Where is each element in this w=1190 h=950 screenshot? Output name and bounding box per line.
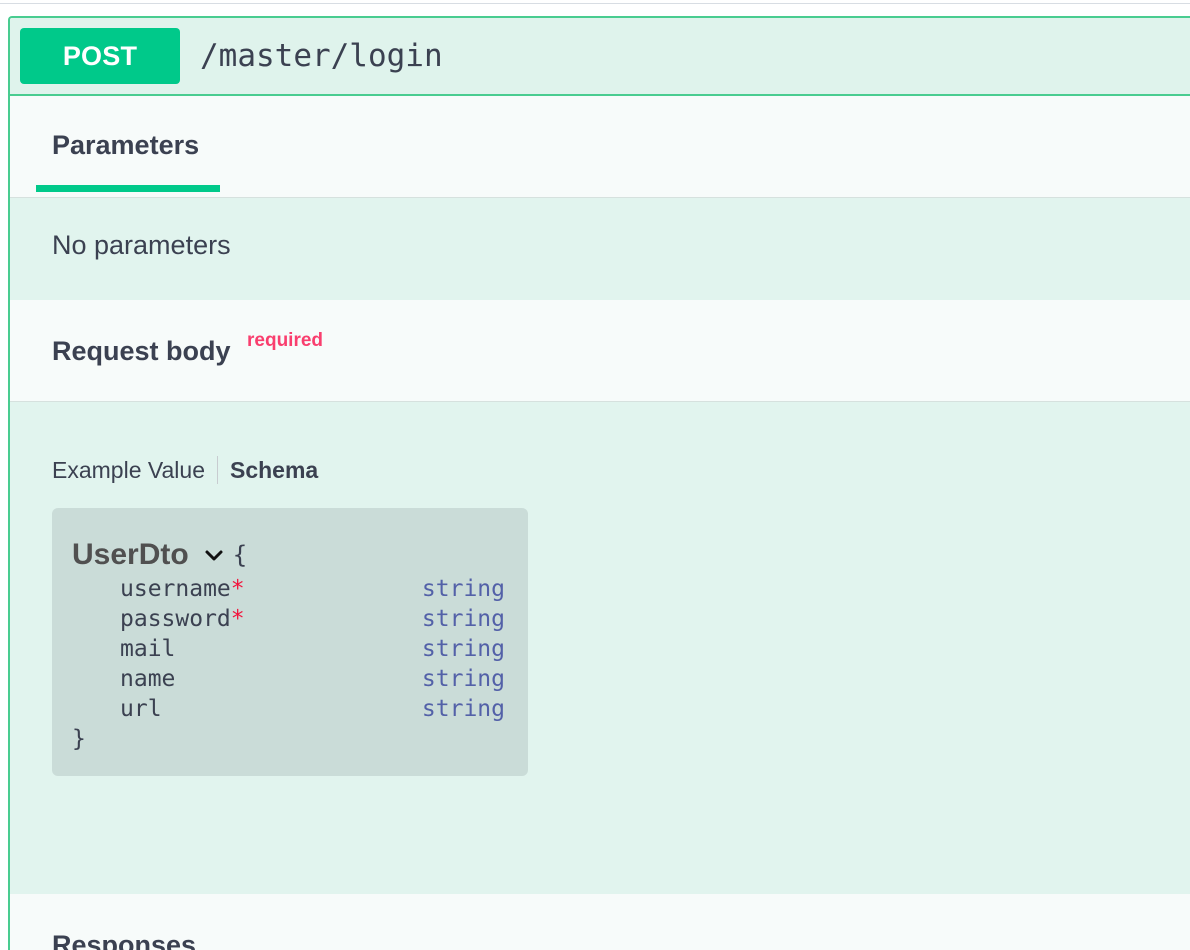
- property-name: name: [120, 666, 176, 692]
- no-parameters-text: No parameters: [52, 230, 231, 260]
- responses-section: Responses: [10, 894, 1190, 950]
- required-asterisk: *: [230, 606, 245, 632]
- parameters-section: No parameters: [10, 198, 1190, 300]
- property-name: username*: [120, 576, 245, 602]
- model-property-row: username* string: [120, 576, 508, 606]
- property-name: url: [120, 696, 162, 722]
- required-asterisk: *: [230, 576, 245, 602]
- operation-block-post: POST /master/login Parameters No paramet…: [8, 16, 1190, 950]
- operation-summary[interactable]: POST /master/login: [10, 18, 1190, 96]
- request-body-content: Example Value Schema UserDto { username*…: [10, 402, 1190, 894]
- active-tab-indicator: [36, 185, 220, 192]
- tab-schema[interactable]: Schema: [230, 457, 318, 484]
- property-name: password*: [120, 606, 245, 632]
- model-property-row: name string: [120, 666, 508, 696]
- example-schema-tabs: Example Value Schema: [52, 456, 318, 484]
- model-property-row: password* string: [120, 606, 508, 636]
- model-open-brace: {: [232, 541, 248, 569]
- tab-parameters[interactable]: Parameters: [36, 96, 220, 192]
- property-type: string: [421, 666, 505, 692]
- operation-tabs: Parameters: [10, 96, 1190, 198]
- schema-model-box: UserDto { username* string password* str…: [52, 508, 528, 776]
- required-badge: required: [247, 330, 324, 351]
- window-top-border: [0, 0, 1190, 4]
- property-type: string: [421, 576, 505, 602]
- responses-title: Responses: [52, 930, 197, 950]
- model-name: UserDto: [72, 538, 189, 571]
- property-name: mail: [120, 636, 176, 662]
- property-type: string: [421, 636, 505, 662]
- property-type: string: [421, 606, 505, 632]
- request-body-header: Request body required: [10, 300, 1190, 402]
- http-method-badge: POST: [20, 28, 180, 84]
- tab-divider: [217, 456, 218, 484]
- model-property-row: mail string: [120, 636, 508, 666]
- property-type: string: [421, 696, 505, 722]
- tab-example-value[interactable]: Example Value: [52, 457, 205, 484]
- tab-parameters-label: Parameters: [52, 130, 200, 160]
- model-close-brace: }: [72, 726, 86, 752]
- model-property-row: url string: [120, 696, 508, 726]
- request-body-title: Request body: [52, 336, 231, 366]
- chevron-down-icon[interactable]: [203, 544, 225, 566]
- model-title-row[interactable]: UserDto {: [72, 538, 247, 572]
- endpoint-path: /master/login: [200, 38, 443, 74]
